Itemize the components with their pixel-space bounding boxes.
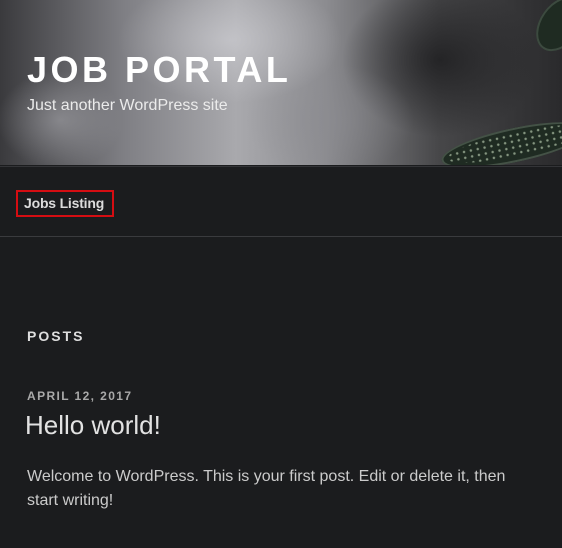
- nav-item-jobs-listing[interactable]: Jobs Listing: [16, 190, 114, 217]
- main-navigation: Jobs Listing: [0, 166, 562, 237]
- section-title: POSTS: [27, 328, 85, 344]
- site-header: JOB PORTAL Just another WordPress site: [0, 0, 562, 165]
- plant-leaf-decoration-top: [526, 0, 562, 61]
- post-date[interactable]: APRIL 12, 2017: [27, 388, 132, 404]
- post-excerpt: Welcome to WordPress. This is your first…: [27, 468, 506, 509]
- post-title[interactable]: Hello world!: [25, 409, 161, 441]
- site-tagline: Just another WordPress site: [27, 97, 228, 114]
- site-title[interactable]: JOB PORTAL: [27, 50, 291, 90]
